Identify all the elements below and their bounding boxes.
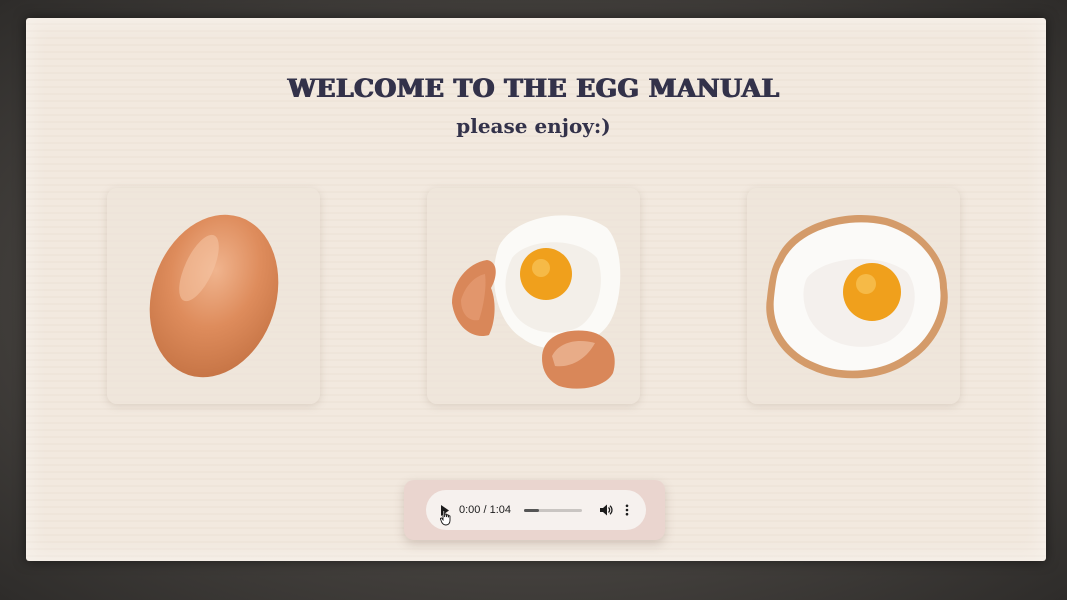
page-subtitle: please enjoy:) xyxy=(456,114,611,138)
egg-card-whole xyxy=(107,188,320,404)
fried-egg-image xyxy=(766,214,948,379)
progress-fill xyxy=(524,508,539,512)
audio-player-container: 0:00 / 1:04 xyxy=(404,480,665,540)
play-button[interactable] xyxy=(438,503,452,517)
egg-card-cracked xyxy=(427,188,640,404)
progress-slider[interactable] xyxy=(524,508,582,512)
more-options-button[interactable] xyxy=(622,503,632,517)
time-display: 0:00 / 1:04 xyxy=(459,504,511,516)
audio-player[interactable]: 0:00 / 1:04 xyxy=(426,490,646,530)
cracked-egg-image xyxy=(452,215,621,389)
whole-egg-image xyxy=(149,214,279,378)
play-icon xyxy=(441,504,449,516)
egg-card-fried xyxy=(747,188,960,404)
volume-button[interactable] xyxy=(599,503,613,517)
more-vert-icon xyxy=(625,504,629,516)
volume-icon xyxy=(599,504,613,516)
page-title: WELCOME TO THE EGG MANUAL xyxy=(287,74,780,103)
screen-frame: WELCOME TO THE EGG MANUAL please enjoy:) xyxy=(0,0,1067,600)
